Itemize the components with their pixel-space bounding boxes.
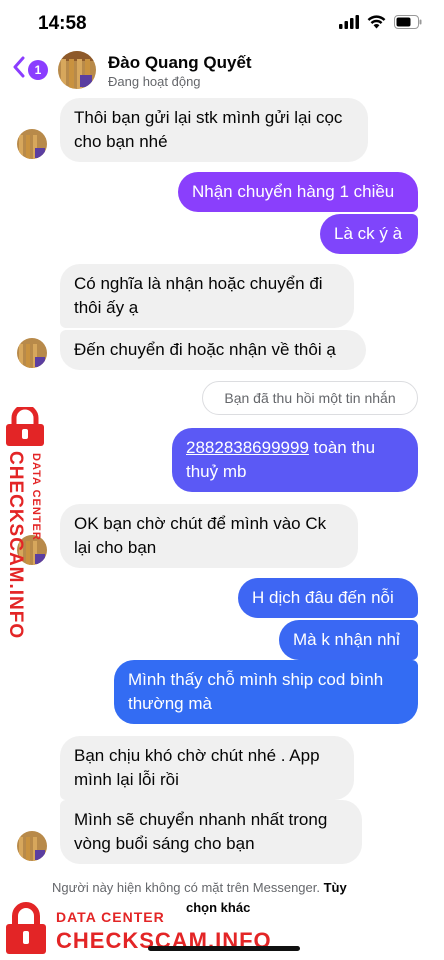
lock-icon <box>2 404 48 452</box>
message-bubble-outgoing[interactable]: Nhận chuyển hàng 1 chiều <box>178 172 418 212</box>
home-indicator[interactable] <box>148 946 300 951</box>
contact-avatar[interactable] <box>58 51 96 89</box>
battery-icon <box>394 15 422 34</box>
message-bubble-incoming[interactable]: Đến chuyển đi hoặc nhận về thôi ạ <box>60 330 366 370</box>
message-bubble-outgoing[interactable]: H dịch đâu đến nỗi <box>238 578 418 618</box>
message-bubble-incoming[interactable]: Mình sẽ chuyển nhanh nhất trong vòng buổ… <box>60 800 362 864</box>
conversation-header: 1 Đào Quang Quyết Đang hoạt động <box>0 46 444 94</box>
back-button[interactable]: 1 <box>12 56 48 83</box>
contact-name[interactable]: Đào Quang Quyết <box>108 53 252 73</box>
account-number-link[interactable]: 2882838699999 <box>186 438 309 457</box>
message-line: vòng buổi sáng cho bạn <box>74 834 255 853</box>
message-line: OK bạn chờ chút để mình vào Ck <box>74 514 327 533</box>
unread-count-badge: 1 <box>28 59 48 80</box>
status-time: 14:58 <box>38 13 87 34</box>
contact-active-status: Đang hoạt động <box>108 74 201 89</box>
message-line: Là ck ý à <box>334 224 403 243</box>
message-line: Mà k nhận nhỉ <box>293 630 400 649</box>
sender-avatar[interactable] <box>17 338 47 368</box>
offline-notice-text: Người này hiện không có mặt trên Messeng… <box>52 880 320 895</box>
message-line: Đến chuyển đi hoặc nhận về thôi ạ <box>74 340 336 359</box>
unsent-message-notice: Bạn đã thu hồi một tin nhắn <box>202 381 418 415</box>
message-line: cho bạn nhé <box>74 132 168 151</box>
message-bubble-outgoing[interactable]: Là ck ý à <box>320 214 418 254</box>
watermark-side-big: CHECKSCAM.INFO <box>5 451 26 640</box>
message-bubble-incoming[interactable]: Bạn chịu khó chờ chút nhé . App mình lại… <box>60 736 354 800</box>
signal-icon <box>339 15 359 34</box>
message-line: toàn thu <box>308 438 376 457</box>
message-line: Mình sẽ chuyển nhanh nhất trong <box>74 810 328 829</box>
message-line: H dịch đâu đến nỗi <box>252 588 394 607</box>
watermark-bottom-small: DATA CENTER <box>56 909 165 925</box>
message-line: Có nghĩa là nhận hoặc chuyển đi <box>74 274 323 293</box>
message-line: Bạn chịu khó chờ chút nhé . App <box>74 746 320 765</box>
message-line: thuỷ mb <box>186 462 247 481</box>
status-bar: 14:58 <box>0 0 444 46</box>
wifi-icon <box>367 15 386 34</box>
message-bubble-incoming[interactable]: OK bạn chờ chút để mình vào Ck lại cho b… <box>60 504 358 568</box>
message-bubble-outgoing[interactable]: Mà k nhận nhỉ <box>279 620 418 660</box>
message-bubble-incoming[interactable]: Có nghĩa là nhận hoặc chuyển đi thôi ấy … <box>60 264 354 328</box>
sender-avatar[interactable] <box>17 129 47 159</box>
watermark-side: DATA CENTER CHECKSCAM.INFO <box>0 404 52 639</box>
message-bubble-outgoing[interactable]: 2882838699999 toàn thu thuỷ mb <box>172 428 418 492</box>
message-bubble-incoming[interactable]: Thôi bạn gửi lại stk mình gửi lại cọc ch… <box>60 98 368 162</box>
message-line: thường mà <box>128 694 212 713</box>
watermark-side-small: DATA CENTER <box>30 453 42 541</box>
chevron-left-icon <box>12 56 26 83</box>
sender-avatar[interactable] <box>17 831 47 861</box>
lock-icon <box>4 902 48 960</box>
message-line: lại cho bạn <box>74 538 157 557</box>
message-line: Nhận chuyển hàng 1 chiều <box>192 182 395 201</box>
message-line: mình lại lỗi rồi <box>74 770 179 789</box>
message-line: Mình thấy chỗ mình ship cod bình <box>128 670 384 689</box>
status-icons <box>339 15 422 34</box>
message-line: thôi ấy ạ <box>74 298 139 317</box>
message-line: Thôi bạn gửi lại stk mình gửi lại cọc <box>74 108 343 127</box>
message-bubble-outgoing[interactable]: Mình thấy chỗ mình ship cod bình thường … <box>114 660 418 724</box>
more-options-link[interactable]: Tùy <box>324 880 347 895</box>
